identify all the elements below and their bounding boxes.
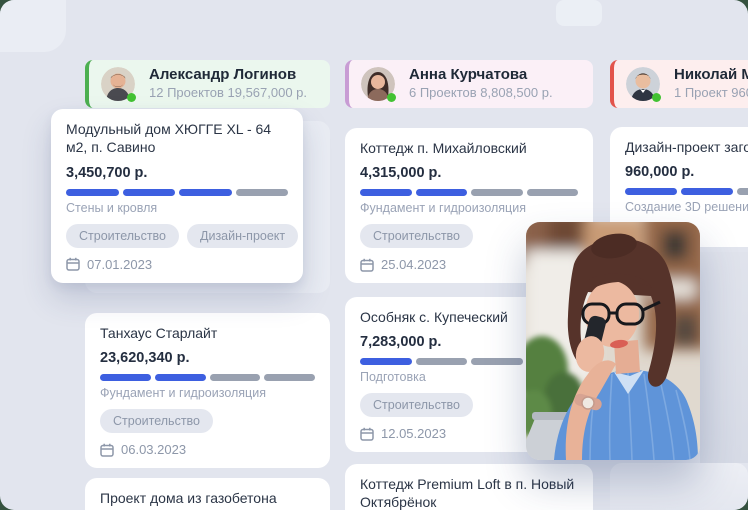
person-name: Александр Логинов xyxy=(149,66,307,85)
progress-bar xyxy=(100,374,315,381)
avatar xyxy=(626,67,660,101)
photo-shadow-panel xyxy=(700,252,748,463)
tag: Дизайн-проект xyxy=(187,224,298,248)
calendar-icon xyxy=(360,258,374,272)
background-decoration xyxy=(556,0,602,26)
tag: Строительство xyxy=(360,393,473,417)
person-name: Николай Мельников xyxy=(674,66,748,85)
avatar xyxy=(101,67,135,101)
column-header-nikolay[interactable]: Николай Мельников 1 Проект 960,000 р. xyxy=(610,60,748,108)
progress-bar xyxy=(66,189,288,196)
card-title: Дизайн-проект загородного дома xyxy=(625,138,748,156)
calendar-icon xyxy=(100,443,114,457)
card-title: Танхаус Старлайт xyxy=(100,324,315,342)
person-summary: 1 Проект 960,000 р. xyxy=(674,85,748,102)
card-stage: Фундамент и гидроизоляция xyxy=(360,201,578,215)
progress-bar xyxy=(360,189,578,196)
project-card-gazobeton[interactable]: Проект дома из газобетона xyxy=(85,478,330,510)
card-date: 07.01.2023 xyxy=(66,257,288,272)
kanban-board: Александр Логинов 12 Проектов 19,567,000… xyxy=(0,0,748,510)
calendar-icon xyxy=(66,257,80,271)
avatar xyxy=(361,67,395,101)
person-name: Анна Курчатова xyxy=(409,66,553,85)
person-summary: 6 Проектов 8,808,500 р. xyxy=(409,85,553,102)
column-header-anna[interactable]: Анна Курчатова 6 Проектов 8,808,500 р. xyxy=(345,60,593,108)
project-card-starlight[interactable]: Танхаус Старлайт 23,620,340 р. Фундамент… xyxy=(85,313,330,468)
background-decoration xyxy=(0,0,66,52)
calendar-icon xyxy=(360,427,374,441)
card-stage: Стены и кровля xyxy=(66,201,288,215)
progress-bar xyxy=(625,188,748,195)
card-amount: 4,315,000 р. xyxy=(360,165,578,181)
status-dot xyxy=(127,93,136,102)
person-summary: 12 Проектов 19,567,000 р. xyxy=(149,85,307,102)
card-amount: 3,450,700 р. xyxy=(66,165,288,181)
card-title: Проект дома из газобетона xyxy=(100,489,315,507)
tag: Строительство xyxy=(100,409,213,433)
card-title: Коттедж Premium Loft в п. Новый Октябрён… xyxy=(360,475,578,510)
card-amount: 960,000 р. xyxy=(625,164,748,180)
card-date: 06.03.2023 xyxy=(100,442,315,457)
tag: Строительство xyxy=(360,224,473,248)
card-title: Модульный дом ХЮГГЕ XL - 64 м2, п. Савин… xyxy=(66,120,288,157)
card-stage: Создание 3D решения xyxy=(625,200,748,214)
card-stage: Фундамент и гидроизоляция xyxy=(100,386,315,400)
status-dot xyxy=(387,93,396,102)
card-title: Коттедж п. Михайловский xyxy=(360,139,578,157)
project-card-premium-loft[interactable]: Коттедж Premium Loft в п. Новый Октябрён… xyxy=(345,464,593,510)
photo-woman-on-phone xyxy=(526,222,700,460)
card-amount: 23,620,340 р. xyxy=(100,350,315,366)
project-card-hidden[interactable] xyxy=(610,463,748,510)
project-card-hygge[interactable]: Модульный дом ХЮГГЕ XL - 64 м2, п. Савин… xyxy=(51,109,303,283)
status-dot xyxy=(652,93,661,102)
column-header-alexander[interactable]: Александр Логинов 12 Проектов 19,567,000… xyxy=(85,60,330,108)
tag: Строительство xyxy=(66,224,179,248)
